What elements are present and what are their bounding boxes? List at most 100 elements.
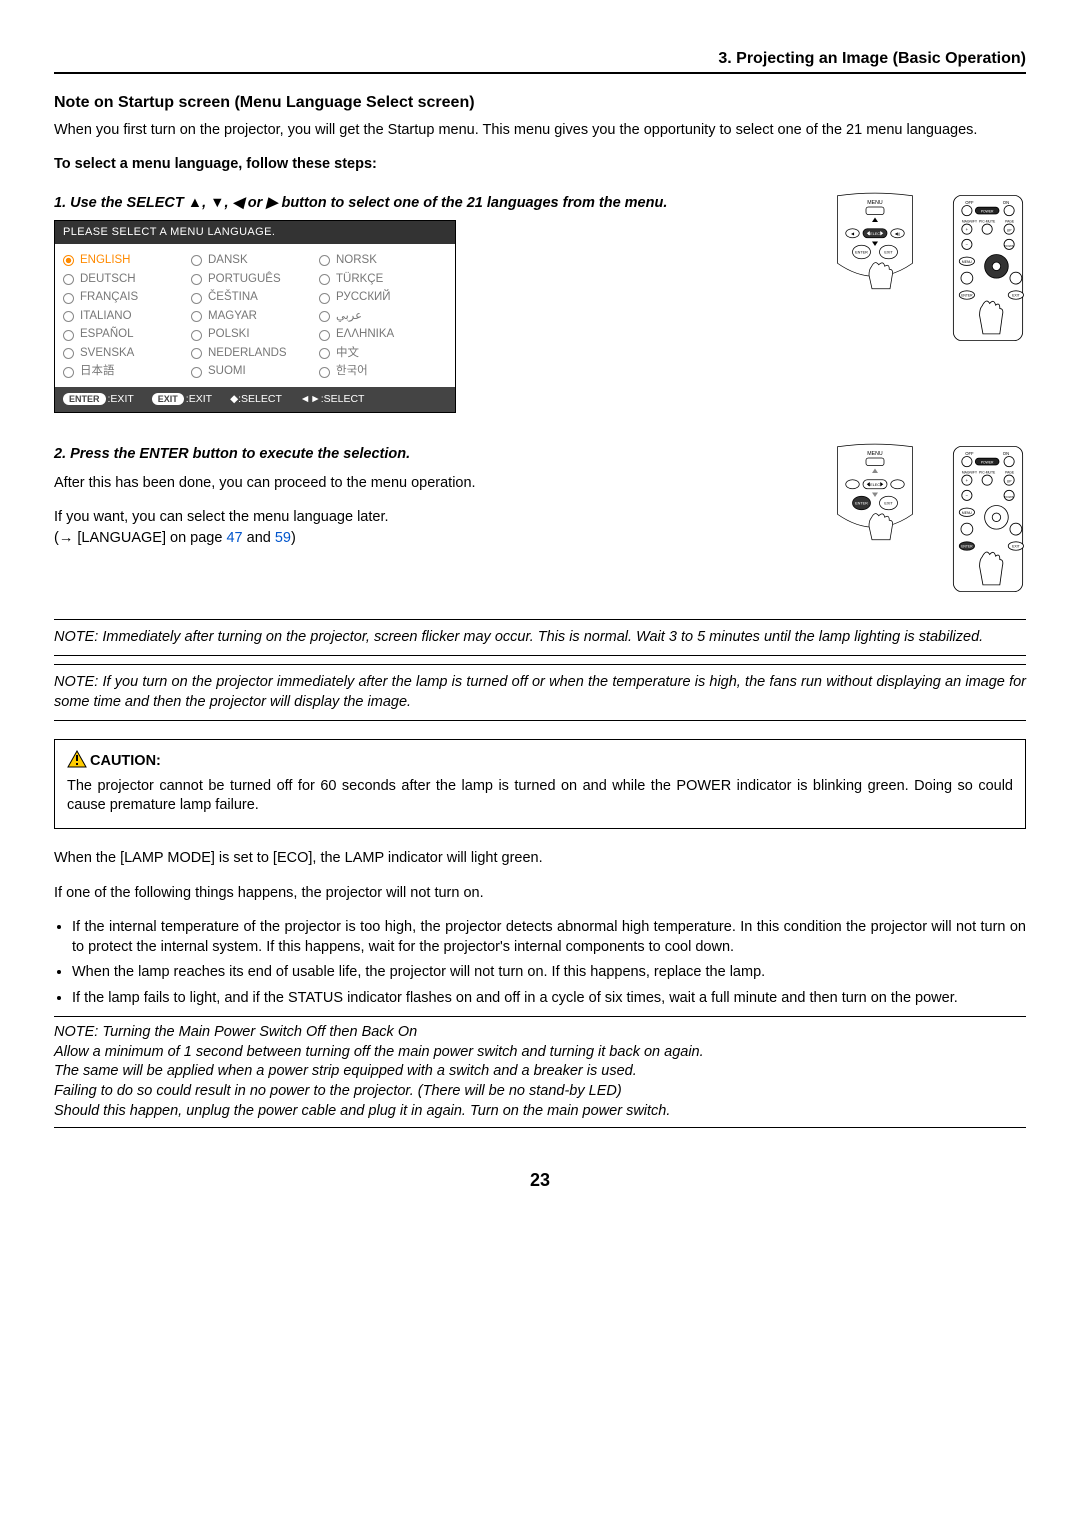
svg-text:MENU: MENU — [867, 200, 883, 206]
radio-icon — [319, 311, 330, 322]
svg-text:PAGE: PAGE — [1005, 220, 1015, 224]
caution-text: The projector cannot be turned off for 6… — [67, 777, 1013, 816]
svg-text:EXIT: EXIT — [1012, 544, 1019, 548]
projector-control-diagram-step1: MENU ◀ SELECT ◀)) ENTER EXIT — [830, 192, 920, 297]
after-step-text-2: If you want, you can select the menu lan… — [54, 508, 810, 528]
radio-icon — [191, 311, 202, 322]
remote-diagram-step1: OFF ON POWER MAGNIFY PIC-MUTE PAGE + UP … — [950, 192, 1026, 344]
osd-language-option[interactable]: SVENSKA — [63, 344, 191, 363]
radio-icon — [63, 330, 74, 341]
osd-language-option[interactable]: POLSKI — [191, 326, 319, 345]
svg-text:◀)): ◀)) — [895, 232, 901, 236]
osd-language-option[interactable]: 日本語 — [63, 363, 191, 382]
svg-text:EXIT: EXIT — [884, 251, 893, 255]
osd-language-option[interactable]: ENGLISH — [63, 252, 191, 271]
remote-diagram-step2: OFF ON POWER MAGNIFY PIC-MUTE PAGE + UP … — [950, 443, 1026, 595]
page-link-47[interactable]: 47 — [226, 530, 242, 546]
chapter-header: 3. Projecting an Image (Basic Operation) — [54, 48, 1026, 74]
after-step-text-3: (→ [LANGUAGE] on page 47 and 59) — [54, 529, 810, 549]
svg-text:DOWN: DOWN — [1004, 494, 1014, 498]
radio-icon — [319, 348, 330, 359]
osd-language-option[interactable]: NORSK — [319, 252, 447, 271]
svg-text:OFF: OFF — [965, 450, 974, 455]
caution-box: CAUTION: The projector cannot be turned … — [54, 739, 1026, 829]
svg-text:EXIT: EXIT — [884, 501, 893, 505]
note-3-line: NOTE: Turning the Main Power Switch Off … — [54, 1023, 1026, 1043]
svg-text:OFF: OFF — [965, 200, 974, 205]
radio-icon — [319, 330, 330, 341]
svg-text:ENTER: ENTER — [961, 544, 973, 548]
radio-icon — [319, 367, 330, 378]
osd-menu: PLEASE SELECT A MENU LANGUAGE. ENGLISHDE… — [54, 220, 456, 413]
after-step-text-1: After this has been done, you can procee… — [54, 474, 810, 494]
note-3: NOTE: Turning the Main Power Switch Off … — [54, 1023, 1026, 1121]
osd-language-label: 中文 — [336, 346, 359, 362]
osd-footer-enter: ENTER:EXIT — [63, 392, 134, 406]
warning-icon — [67, 750, 87, 775]
osd-language-label: 한국어 — [336, 364, 368, 380]
list-intro: If one of the following things happens, … — [54, 884, 1026, 904]
svg-text:UP: UP — [1007, 479, 1012, 483]
osd-language-option[interactable]: SUOMI — [191, 363, 319, 382]
osd-language-option[interactable]: 中文 — [319, 344, 447, 363]
osd-language-label: PORTUGUÊS — [208, 272, 281, 288]
osd-language-option[interactable]: FRANÇAIS — [63, 289, 191, 308]
svg-text:PIC-MUTE: PIC-MUTE — [979, 220, 996, 224]
radio-icon — [191, 348, 202, 359]
bullet-item: If the internal temperature of the proje… — [72, 918, 1026, 957]
osd-language-option[interactable]: ΕΛΛΗΝΙΚΑ — [319, 326, 447, 345]
svg-text:EXIT: EXIT — [1012, 294, 1019, 298]
svg-text:PIC-MUTE: PIC-MUTE — [979, 470, 996, 474]
osd-language-label: عربي — [336, 309, 362, 325]
osd-language-option[interactable]: ESPAÑOL — [63, 326, 191, 345]
osd-language-option[interactable]: PORTUGUÊS — [191, 270, 319, 289]
bullet-item: When the lamp reaches its end of usable … — [72, 963, 1026, 983]
osd-language-option[interactable]: DEUTSCH — [63, 270, 191, 289]
osd-language-label: ITALIANO — [80, 309, 132, 325]
step-2-label: 2. Press the ENTER button to execute the… — [54, 445, 810, 465]
osd-language-label: NORSK — [336, 253, 377, 269]
osd-language-label: SVENSKA — [80, 346, 134, 362]
osd-language-option[interactable]: DANSK — [191, 252, 319, 271]
osd-language-label: DANSK — [208, 253, 248, 269]
osd-language-option[interactable]: NEDERLANDS — [191, 344, 319, 363]
osd-footer: ENTER:EXIT EXIT:EXIT ◆:SELECT ◄►:SELECT — [55, 387, 455, 411]
radio-icon — [319, 255, 330, 266]
osd-language-option[interactable]: MAGYAR — [191, 307, 319, 326]
radio-icon — [191, 367, 202, 378]
eco-text: When the [LAMP MODE] is set to [ECO], th… — [54, 849, 1026, 869]
note-3-line: Should this happen, unplug the power cab… — [54, 1102, 1026, 1122]
note-3-line: Failing to do so could result in no powe… — [54, 1082, 1026, 1102]
page-link-59[interactable]: 59 — [275, 530, 291, 546]
caution-label: CAUTION: — [90, 753, 161, 769]
osd-language-label: MAGYAR — [208, 309, 257, 325]
osd-language-option[interactable]: ITALIANO — [63, 307, 191, 326]
osd-language-label: FRANÇAIS — [80, 290, 138, 306]
osd-language-label: ČEŠTINA — [208, 290, 258, 306]
osd-language-label: DEUTSCH — [80, 272, 136, 288]
osd-language-label: 日本語 — [80, 364, 115, 380]
osd-language-option[interactable]: TÜRKÇE — [319, 270, 447, 289]
svg-text:ENTER: ENTER — [855, 501, 868, 505]
radio-icon — [191, 274, 202, 285]
svg-text:ENTER: ENTER — [855, 251, 868, 255]
radio-icon — [63, 348, 74, 359]
radio-icon — [319, 293, 330, 304]
svg-text:MENU: MENU — [962, 260, 972, 264]
svg-text:MAGNIFY: MAGNIFY — [962, 220, 978, 224]
osd-language-option[interactable]: РУССКИЙ — [319, 289, 447, 308]
radio-icon — [63, 293, 74, 304]
osd-language-option[interactable]: 한국어 — [319, 363, 447, 382]
osd-language-label: POLSKI — [208, 327, 250, 343]
svg-text:MAGNIFY: MAGNIFY — [962, 470, 978, 474]
svg-text:SELECT: SELECT — [868, 482, 883, 486]
osd-language-label: TÜRKÇE — [336, 272, 383, 288]
svg-text:POWER: POWER — [981, 460, 994, 464]
osd-language-option[interactable]: ČEŠTINA — [191, 289, 319, 308]
osd-language-option[interactable]: عربي — [319, 307, 447, 326]
projector-control-diagram-step2: MENU SELECT ENTER EXIT — [830, 443, 920, 548]
osd-footer-select-v: ◆:SELECT — [230, 392, 282, 406]
osd-title: PLEASE SELECT A MENU LANGUAGE. — [55, 221, 455, 244]
note-3-line: The same will be applied when a power st… — [54, 1062, 1026, 1082]
bullet-list: If the internal temperature of the proje… — [54, 918, 1026, 1008]
